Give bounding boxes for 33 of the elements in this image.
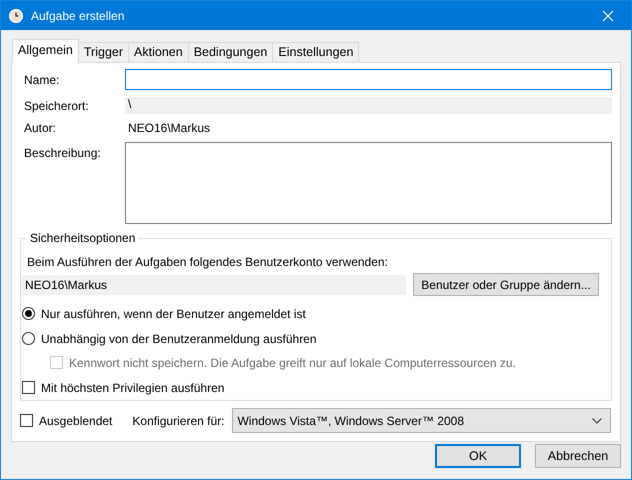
radio-button[interactable] bbox=[22, 332, 35, 345]
option-label: Nur ausführen, wenn der Benutzer angemeldet ist bbox=[41, 306, 306, 320]
author-value: NEO16\Markus bbox=[127, 121, 212, 135]
checkbox[interactable] bbox=[22, 381, 35, 394]
dialog-button[interactable]: OK bbox=[435, 444, 521, 468]
checkbox[interactable] bbox=[20, 414, 33, 427]
window-title: Aufgabe erstellen bbox=[31, 8, 126, 22]
option-label: Mit höchsten Privilegien ausführen bbox=[41, 380, 224, 394]
tab[interactable]: Allgemein bbox=[12, 39, 79, 63]
close-icon bbox=[602, 10, 614, 22]
clock-icon bbox=[9, 8, 23, 22]
location-field: \ bbox=[125, 97, 612, 114]
field-label: Speicherort: bbox=[23, 98, 90, 112]
chevron-down-icon bbox=[592, 418, 602, 424]
tab[interactable]: Trigger bbox=[78, 42, 130, 62]
account-field: NEO16\Markus bbox=[22, 274, 406, 294]
tab[interactable]: Bedingungen bbox=[188, 42, 274, 62]
change-user-button[interactable]: Benutzer oder Gruppe ändern... bbox=[413, 273, 599, 296]
account-prompt: Beim Ausführen der Aufgaben folgendes Benutzerkonto verwenden: bbox=[26, 255, 389, 269]
field-label: Beschreibung: bbox=[23, 145, 102, 160]
configure-label: Konfigurieren für: bbox=[132, 414, 224, 428]
description-field[interactable] bbox=[125, 142, 612, 224]
configure-dropdown[interactable]: Windows Vista™, Windows Server™ 2008 bbox=[232, 408, 611, 433]
option-label: Kennwort nicht speichern. Die Aufgabe greift nur auf lokale Computerressourcen zu. bbox=[69, 356, 516, 370]
tab[interactable]: Einstellungen bbox=[272, 42, 360, 62]
group-title: Sicherheitsoptionen bbox=[27, 231, 138, 245]
field-label: Autor: bbox=[23, 121, 58, 135]
radio-button[interactable] bbox=[22, 307, 35, 320]
option-label: Ausgeblendet bbox=[39, 414, 112, 428]
field-label: Name: bbox=[23, 72, 60, 86]
dialog-button[interactable]: Abbrechen bbox=[535, 444, 621, 468]
name-field[interactable] bbox=[125, 69, 612, 90]
option-label: Unabhängig von der Benutzeranmeldung ausführen bbox=[41, 332, 317, 346]
